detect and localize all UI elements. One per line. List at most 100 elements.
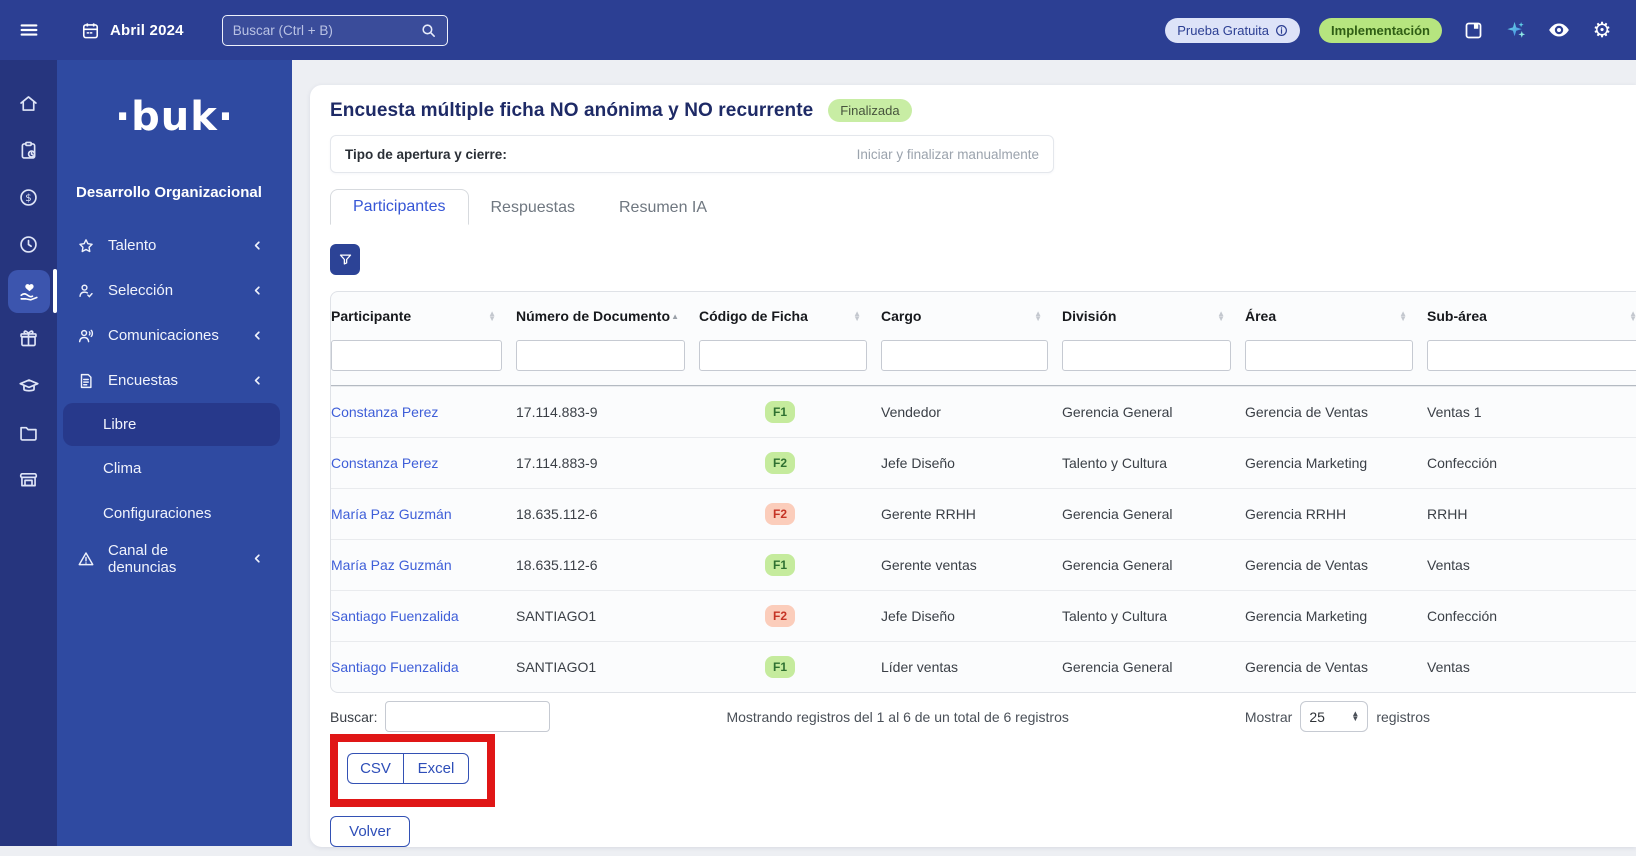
ficha-cell: F1 (699, 386, 881, 437)
column-header[interactable]: Número de Documento▲ (516, 292, 699, 340)
area-cell: Gerencia Marketing (1245, 590, 1427, 641)
rail-time-icon[interactable] (8, 221, 50, 268)
document-cell: 18.635.112-6 (516, 488, 699, 539)
column-header[interactable]: Participante▲▼ (331, 292, 516, 340)
rail-organization-icon[interactable] (8, 456, 50, 503)
sort-arrows-icon[interactable]: ▲ (671, 314, 679, 319)
ficha-cell: F1 (699, 539, 881, 590)
column-filter-input[interactable] (881, 340, 1048, 371)
preview-eye-icon[interactable] (1547, 18, 1571, 42)
cargo-cell: Gerente ventas (881, 539, 1062, 590)
excel-export-button[interactable]: Excel (403, 753, 469, 784)
save-bookmark-icon[interactable] (1461, 18, 1485, 42)
tab-bar: ParticipantesRespuestasResumen IA (330, 189, 1636, 225)
period-selector[interactable]: Abril 2024 (81, 21, 184, 40)
sidebar-item-libre[interactable]: Libre (63, 403, 280, 446)
tab-respuestas[interactable]: Respuestas (469, 191, 598, 225)
sidebar-item-configuraciones[interactable]: Configuraciones (57, 491, 292, 536)
table-row: Santiago FuenzalidaSANTIAGO1F2Jefe Diseñ… (331, 590, 1636, 641)
column-filter-input[interactable] (699, 340, 867, 371)
table-search-input[interactable] (385, 701, 550, 732)
column-filter-input[interactable] (331, 340, 502, 371)
table-row: Constanza Perez 17.114.883-9F1VendedorGer… (331, 386, 1636, 437)
sidebar-item-label: Comunicaciones (108, 327, 219, 344)
table-row: Santiago FuenzalidaSANTIAGO1F1Líder vent… (331, 641, 1636, 692)
column-filter-input[interactable] (516, 340, 685, 371)
implementation-badge-label: Implementación (1331, 23, 1430, 38)
column-header-label: División (1062, 308, 1116, 324)
page-title: Encuesta múltiple ficha NO anónima y NO … (330, 100, 813, 122)
subarea-cell: Ventas (1427, 641, 1636, 692)
cargo-cell: Líder ventas (881, 641, 1062, 692)
sidebar-item-comunicaciones[interactable]: Comunicaciones (57, 313, 292, 358)
column-header[interactable]: Código de Ficha ▲▼ (699, 292, 881, 340)
back-button[interactable]: Volver (330, 816, 410, 847)
rail-payroll-icon[interactable]: $ (8, 174, 50, 221)
ficha-cell: F2 (699, 488, 881, 539)
participant-link[interactable]: María Paz Guzmán (331, 557, 452, 573)
ai-sparkles-icon[interactable] (1504, 18, 1528, 42)
page-size-select[interactable]: 25 ▲▼ (1300, 701, 1368, 732)
participant-link[interactable]: Constanza Perez (331, 455, 438, 471)
filter-button[interactable] (330, 244, 360, 275)
column-filter-input[interactable] (1062, 340, 1231, 371)
sort-arrows-icon[interactable]: ▲▼ (853, 311, 861, 321)
participant-link[interactable]: María Paz Guzmán (331, 506, 452, 522)
global-search-input[interactable] (233, 23, 420, 38)
sort-arrows-icon[interactable]: ▲▼ (1629, 311, 1636, 321)
implementation-badge[interactable]: Implementación (1319, 18, 1442, 43)
column-header-label: Sub-área (1427, 308, 1487, 324)
division-cell: Talento y Cultura (1062, 437, 1245, 488)
participant-link[interactable]: Santiago Fuenzalida (331, 608, 459, 624)
sidebar-item-canal-denuncias[interactable]: Canal de denuncias (57, 536, 292, 581)
sidebar-item-seleccion[interactable]: Selección (57, 268, 292, 313)
participants-table: Participante▲▼Número de Documento▲Código… (330, 291, 1636, 693)
column-header[interactable]: Cargo▲▼ (881, 292, 1062, 340)
sort-arrows-icon[interactable]: ▲▼ (1217, 311, 1225, 321)
rail-documents-icon[interactable] (8, 409, 50, 456)
sidebar-item-label: Configuraciones (103, 505, 211, 522)
column-header[interactable]: Área▲▼ (1245, 292, 1427, 340)
ficha-badge: F1 (765, 656, 795, 678)
rail-benefits-icon[interactable] (8, 315, 50, 362)
chevron-left-icon (251, 374, 264, 387)
settings-gear-icon[interactable]: ⚙ (1590, 18, 1614, 42)
records-word: registros (1376, 709, 1430, 725)
hamburger-menu-icon[interactable] (0, 19, 57, 41)
participant-link[interactable]: Santiago Fuenzalida (331, 659, 459, 675)
column-header[interactable]: División ▲▼ (1062, 292, 1245, 340)
column-header[interactable]: Sub-área ▲▼ (1427, 292, 1636, 340)
participant-link[interactable]: Constanza Perez (331, 404, 438, 420)
column-header-label: Código de Ficha (699, 308, 808, 324)
cargo-cell: Vendedor (881, 386, 1062, 437)
search-icon[interactable] (420, 22, 437, 39)
sidebar-item-talento[interactable]: Talento (57, 223, 292, 268)
tab-participantes[interactable]: Participantes (330, 189, 469, 225)
ficha-cell: F2 (699, 437, 881, 488)
division-cell: Gerencia General (1062, 386, 1245, 437)
csv-export-button[interactable]: CSV (347, 753, 403, 784)
rail-talent-icon[interactable] (8, 268, 50, 315)
division-cell: Gerencia General (1062, 488, 1245, 539)
sort-arrows-icon[interactable]: ▲▼ (1034, 311, 1042, 321)
trial-badge[interactable]: Prueba Gratuita (1165, 18, 1300, 43)
rail-training-icon[interactable] (8, 362, 50, 409)
column-filter-input[interactable] (1245, 340, 1413, 371)
sort-arrows-icon[interactable]: ▲▼ (1399, 311, 1407, 321)
sort-arrows-icon[interactable]: ▲▼ (488, 311, 496, 321)
sidebar-item-label: Canal de denuncias (108, 542, 238, 576)
document-cell: 17.114.883-9 (516, 386, 699, 437)
chevron-left-icon (251, 284, 264, 297)
sidebar-item-label: Selección (108, 282, 173, 299)
table-search-label: Buscar: (330, 709, 377, 725)
star-icon (77, 237, 95, 255)
rail-home-icon[interactable] (8, 80, 50, 127)
rail-tasks-icon[interactable] (8, 127, 50, 174)
sidebar-item-clima[interactable]: Clima (57, 446, 292, 491)
global-search[interactable] (222, 15, 448, 46)
tab-resumen-ia[interactable]: Resumen IA (597, 191, 729, 225)
column-filter-input[interactable] (1427, 340, 1636, 371)
sidebar-item-encuestas[interactable]: Encuestas (57, 358, 292, 403)
app-window: Abril 2024 Prueba Gratuita Implementació… (0, 0, 1636, 856)
svg-text:$: $ (25, 193, 31, 204)
